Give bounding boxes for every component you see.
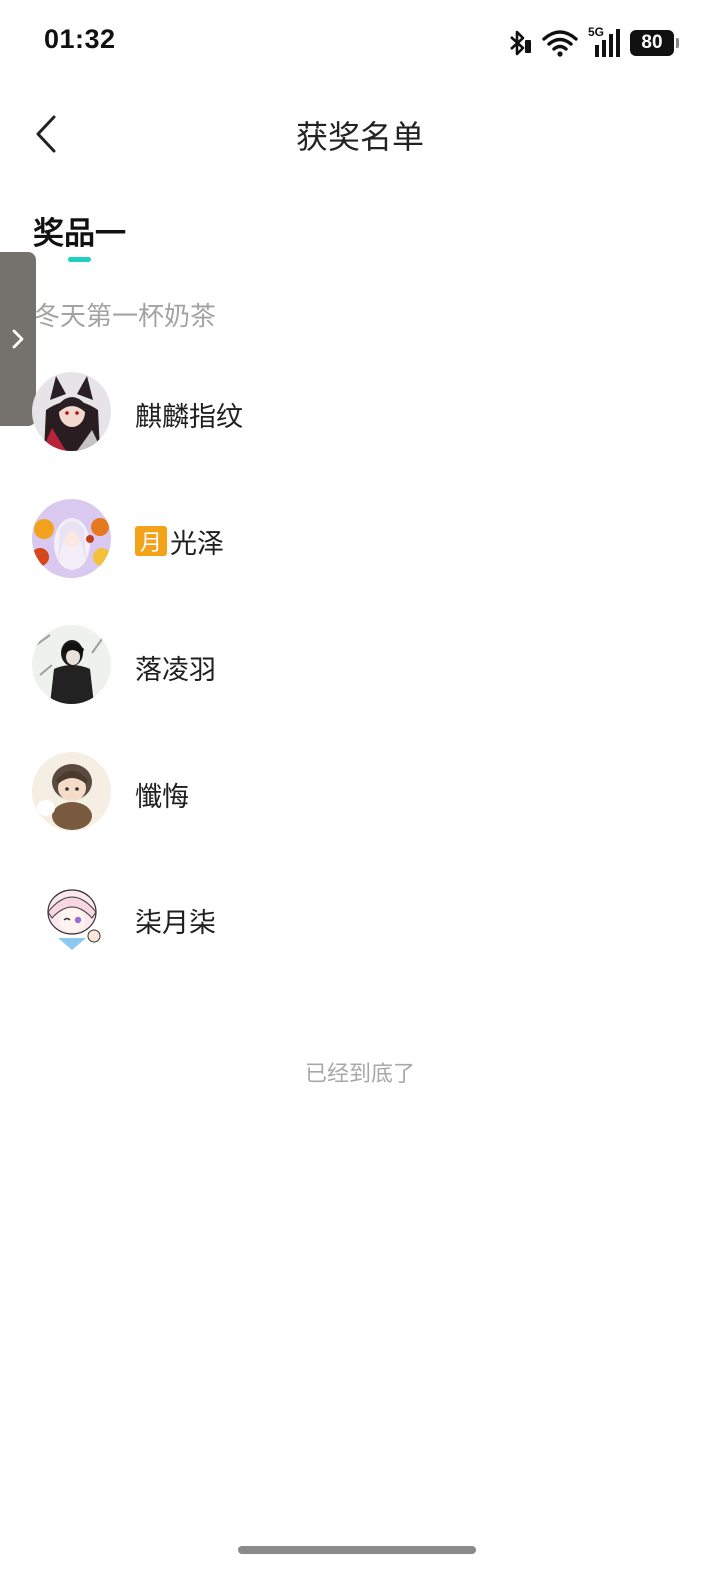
prize-name: 冬天第一杯奶茶	[34, 302, 217, 332]
winner-name: 柒月柒	[135, 908, 216, 939]
end-of-list-text: 已经到底了	[304, 1062, 415, 1087]
page-title: 获奖名单	[295, 118, 424, 156]
winner-row[interactable]: 懺悔	[0, 742, 720, 869]
cellular-signal-icon: 5G	[588, 25, 620, 58]
wifi-icon	[542, 29, 578, 57]
battery-icon: 80	[630, 30, 679, 56]
winner-row[interactable]: 落凌羽	[0, 615, 720, 742]
winner-row[interactable]: 月光泽	[0, 489, 720, 616]
winner-row[interactable]: 柒月柒	[0, 868, 720, 995]
moon-badge: 月	[135, 526, 167, 556]
fox-girl-avatar[interactable]	[32, 372, 111, 451]
dark-figure-avatar[interactable]	[32, 625, 111, 704]
winner-list: 麒麟指纹 月光泽 落凌羽 懺悔 柒月柒	[0, 362, 720, 995]
status-bar: 01:32 5G 80	[0, 0, 720, 84]
autumn-girl-avatar[interactable]	[32, 498, 111, 578]
pink-hair-girl-avatar[interactable]	[32, 878, 111, 957]
winner-name: 落凌羽	[135, 655, 216, 686]
winner-name: 懺悔	[135, 781, 189, 813]
status-time: 01:32	[44, 24, 116, 54]
winner-row[interactable]: 麒麟指纹	[0, 362, 720, 489]
status-icons: 5G 80	[506, 25, 679, 60]
bluetooth-icon	[506, 28, 532, 58]
header: 获奖名单	[0, 96, 720, 172]
network-type-label: 5G	[588, 25, 605, 39]
chevron-right-icon	[12, 329, 24, 349]
winner-name: 麒麟指纹	[135, 402, 243, 433]
home-indicator[interactable]	[238, 1546, 476, 1554]
tab-prize-one[interactable]: 奖品一	[33, 208, 126, 253]
chibi-boy-avatar[interactable]	[32, 751, 111, 831]
tab-indicator	[68, 257, 91, 262]
winner-name: 月光泽	[135, 522, 224, 561]
battery-level: 80	[641, 32, 663, 53]
